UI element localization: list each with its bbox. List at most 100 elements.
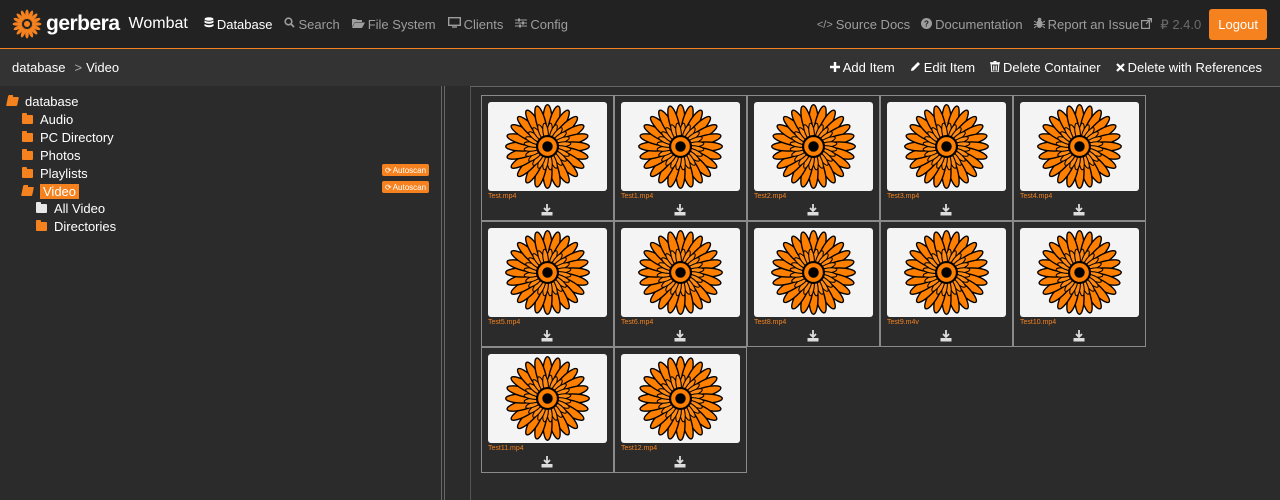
toolbar: database > Video Add Item Edit Item Dele… xyxy=(0,49,1280,86)
gerbera-flower-icon xyxy=(1037,104,1122,189)
tree-item-directories[interactable]: Directories xyxy=(36,217,116,235)
gerbera-flower-icon xyxy=(771,230,856,315)
item-thumbnail[interactable] xyxy=(1020,102,1139,191)
item-filename[interactable]: Test11.mp4 xyxy=(488,445,524,452)
gerbera-flower-icon xyxy=(505,104,590,189)
breadcrumb-root[interactable]: database xyxy=(12,60,66,75)
download-icon[interactable] xyxy=(940,203,952,216)
autoscan-label: Autoscan xyxy=(392,165,427,175)
navbar-right: </> Source Docs ? Documentation Report a… xyxy=(806,0,1280,49)
autoscan-label: Autoscan xyxy=(392,182,427,192)
add-item-button[interactable]: Add Item xyxy=(829,60,895,75)
download-icon[interactable] xyxy=(541,455,553,468)
item-filename[interactable]: Test8.mp4 xyxy=(754,319,786,326)
grid-item[interactable]: Test2.mp4 xyxy=(747,95,880,221)
nav-file-system-label: File System xyxy=(367,16,436,32)
item-thumbnail[interactable] xyxy=(621,228,740,317)
logout-button[interactable]: Logout xyxy=(1209,9,1267,40)
breadcrumb-separator: > xyxy=(74,60,83,75)
svg-text:?: ? xyxy=(924,19,929,28)
item-filename[interactable]: Test.mp4 xyxy=(488,193,516,200)
tree-item-database[interactable]: database xyxy=(6,92,79,110)
item-thumbnail[interactable] xyxy=(621,354,740,443)
item-filename[interactable]: Test4.mp4 xyxy=(1020,193,1052,200)
gerbera-flower-icon xyxy=(638,104,723,189)
item-thumbnail[interactable] xyxy=(488,102,607,191)
nav-config[interactable]: Config xyxy=(515,17,568,32)
item-filename[interactable]: Test9.m4v xyxy=(887,319,919,326)
delete-container-button[interactable]: Delete Container xyxy=(990,60,1101,75)
refresh-icon: ⟳ xyxy=(385,182,392,192)
brand-name: gerbera xyxy=(46,12,120,35)
nav-search[interactable]: Search xyxy=(284,17,340,32)
grid-item[interactable]: Test11.mp4 xyxy=(481,347,614,473)
item-thumbnail[interactable] xyxy=(488,354,607,443)
grid-item[interactable]: Test.mp4 xyxy=(481,95,614,221)
item-filename[interactable]: Test1.mp4 xyxy=(621,193,653,200)
grid-item[interactable]: Test9.m4v xyxy=(880,221,1013,347)
gerbera-flower-icon xyxy=(771,104,856,189)
item-thumbnail[interactable] xyxy=(621,102,740,191)
tree-item-playlists[interactable]: Playlists xyxy=(22,164,88,182)
grid-item[interactable]: Test10.mp4 xyxy=(1013,221,1146,347)
grid-item[interactable]: Test8.mp4 xyxy=(747,221,880,347)
delete-with-references-button[interactable]: Delete with References xyxy=(1115,60,1262,75)
version-label: ₽ 2.4.0 xyxy=(1160,17,1201,33)
grid-item[interactable]: Test3.mp4 xyxy=(880,95,1013,221)
gerbera-flower-icon xyxy=(904,230,989,315)
brand[interactable]: gerbera Wombat xyxy=(12,9,188,39)
item-filename[interactable]: Test5.mp4 xyxy=(488,319,520,326)
plus-icon xyxy=(829,61,840,75)
nav-database-label: Database xyxy=(216,16,273,32)
download-icon[interactable] xyxy=(674,329,686,342)
item-thumbnail[interactable] xyxy=(887,102,1006,191)
grid-item[interactable]: Test6.mp4 xyxy=(614,221,747,347)
search-icon xyxy=(284,17,296,31)
nav-source-docs[interactable]: </> Source Docs xyxy=(817,17,910,32)
nav-report-issue[interactable]: Report an Issue xyxy=(1033,17,1153,32)
external-link-icon xyxy=(1141,17,1153,32)
download-icon[interactable] xyxy=(674,455,686,468)
download-icon[interactable] xyxy=(807,203,819,216)
refresh-icon: ⟳ xyxy=(385,165,392,175)
brand-subtitle: Wombat xyxy=(128,15,188,32)
download-icon[interactable] xyxy=(541,203,553,216)
nav-file-system[interactable]: File System xyxy=(351,16,436,32)
tree-item-pc-directory[interactable]: PC Directory xyxy=(22,128,114,146)
grid-item[interactable]: Test1.mp4 xyxy=(614,95,747,221)
download-icon[interactable] xyxy=(541,329,553,342)
nav-database[interactable]: Database xyxy=(204,16,273,32)
tree-item-audio[interactable]: Audio xyxy=(22,110,73,128)
nav-clients[interactable]: Clients xyxy=(447,16,504,32)
grid-item[interactable]: Test4.mp4 xyxy=(1013,95,1146,221)
item-thumbnail[interactable] xyxy=(754,228,873,317)
item-thumbnail[interactable] xyxy=(488,228,607,317)
item-filename[interactable]: Test6.mp4 xyxy=(621,319,653,326)
grid-item[interactable]: Test12.mp4 xyxy=(614,347,747,473)
folder-icon xyxy=(36,201,47,213)
item-filename[interactable]: Test12.mp4 xyxy=(621,445,657,452)
tree-item-all-video[interactable]: All Video xyxy=(36,199,105,217)
nav-clients-label: Clients xyxy=(463,16,504,32)
item-thumbnail[interactable] xyxy=(754,102,873,191)
bug-icon xyxy=(1033,17,1045,32)
item-filename[interactable]: Test10.mp4 xyxy=(1020,319,1056,326)
download-icon[interactable] xyxy=(807,329,819,342)
edit-item-button[interactable]: Edit Item xyxy=(910,60,975,75)
download-icon[interactable] xyxy=(1073,329,1085,342)
tree-item-photos[interactable]: Photos xyxy=(22,146,80,164)
item-thumbnail[interactable] xyxy=(1020,228,1139,317)
panel-splitter[interactable] xyxy=(441,86,445,500)
nav-documentation[interactable]: ? Documentation xyxy=(921,17,1023,32)
download-icon[interactable] xyxy=(1073,203,1085,216)
tree-item-video[interactable]: Video xyxy=(21,182,80,200)
grid-item[interactable]: Test5.mp4 xyxy=(481,221,614,347)
download-icon[interactable] xyxy=(674,203,686,216)
item-filename[interactable]: Test3.mp4 xyxy=(887,193,919,200)
item-thumbnail[interactable] xyxy=(887,228,1006,317)
autoscan-badge-video[interactable]: ⟳ Autoscan xyxy=(382,181,430,193)
autoscan-badge-playlists[interactable]: ⟳ Autoscan xyxy=(382,164,430,176)
folder-icon xyxy=(22,166,33,178)
download-icon[interactable] xyxy=(940,329,952,342)
item-filename[interactable]: Test2.mp4 xyxy=(754,193,786,200)
